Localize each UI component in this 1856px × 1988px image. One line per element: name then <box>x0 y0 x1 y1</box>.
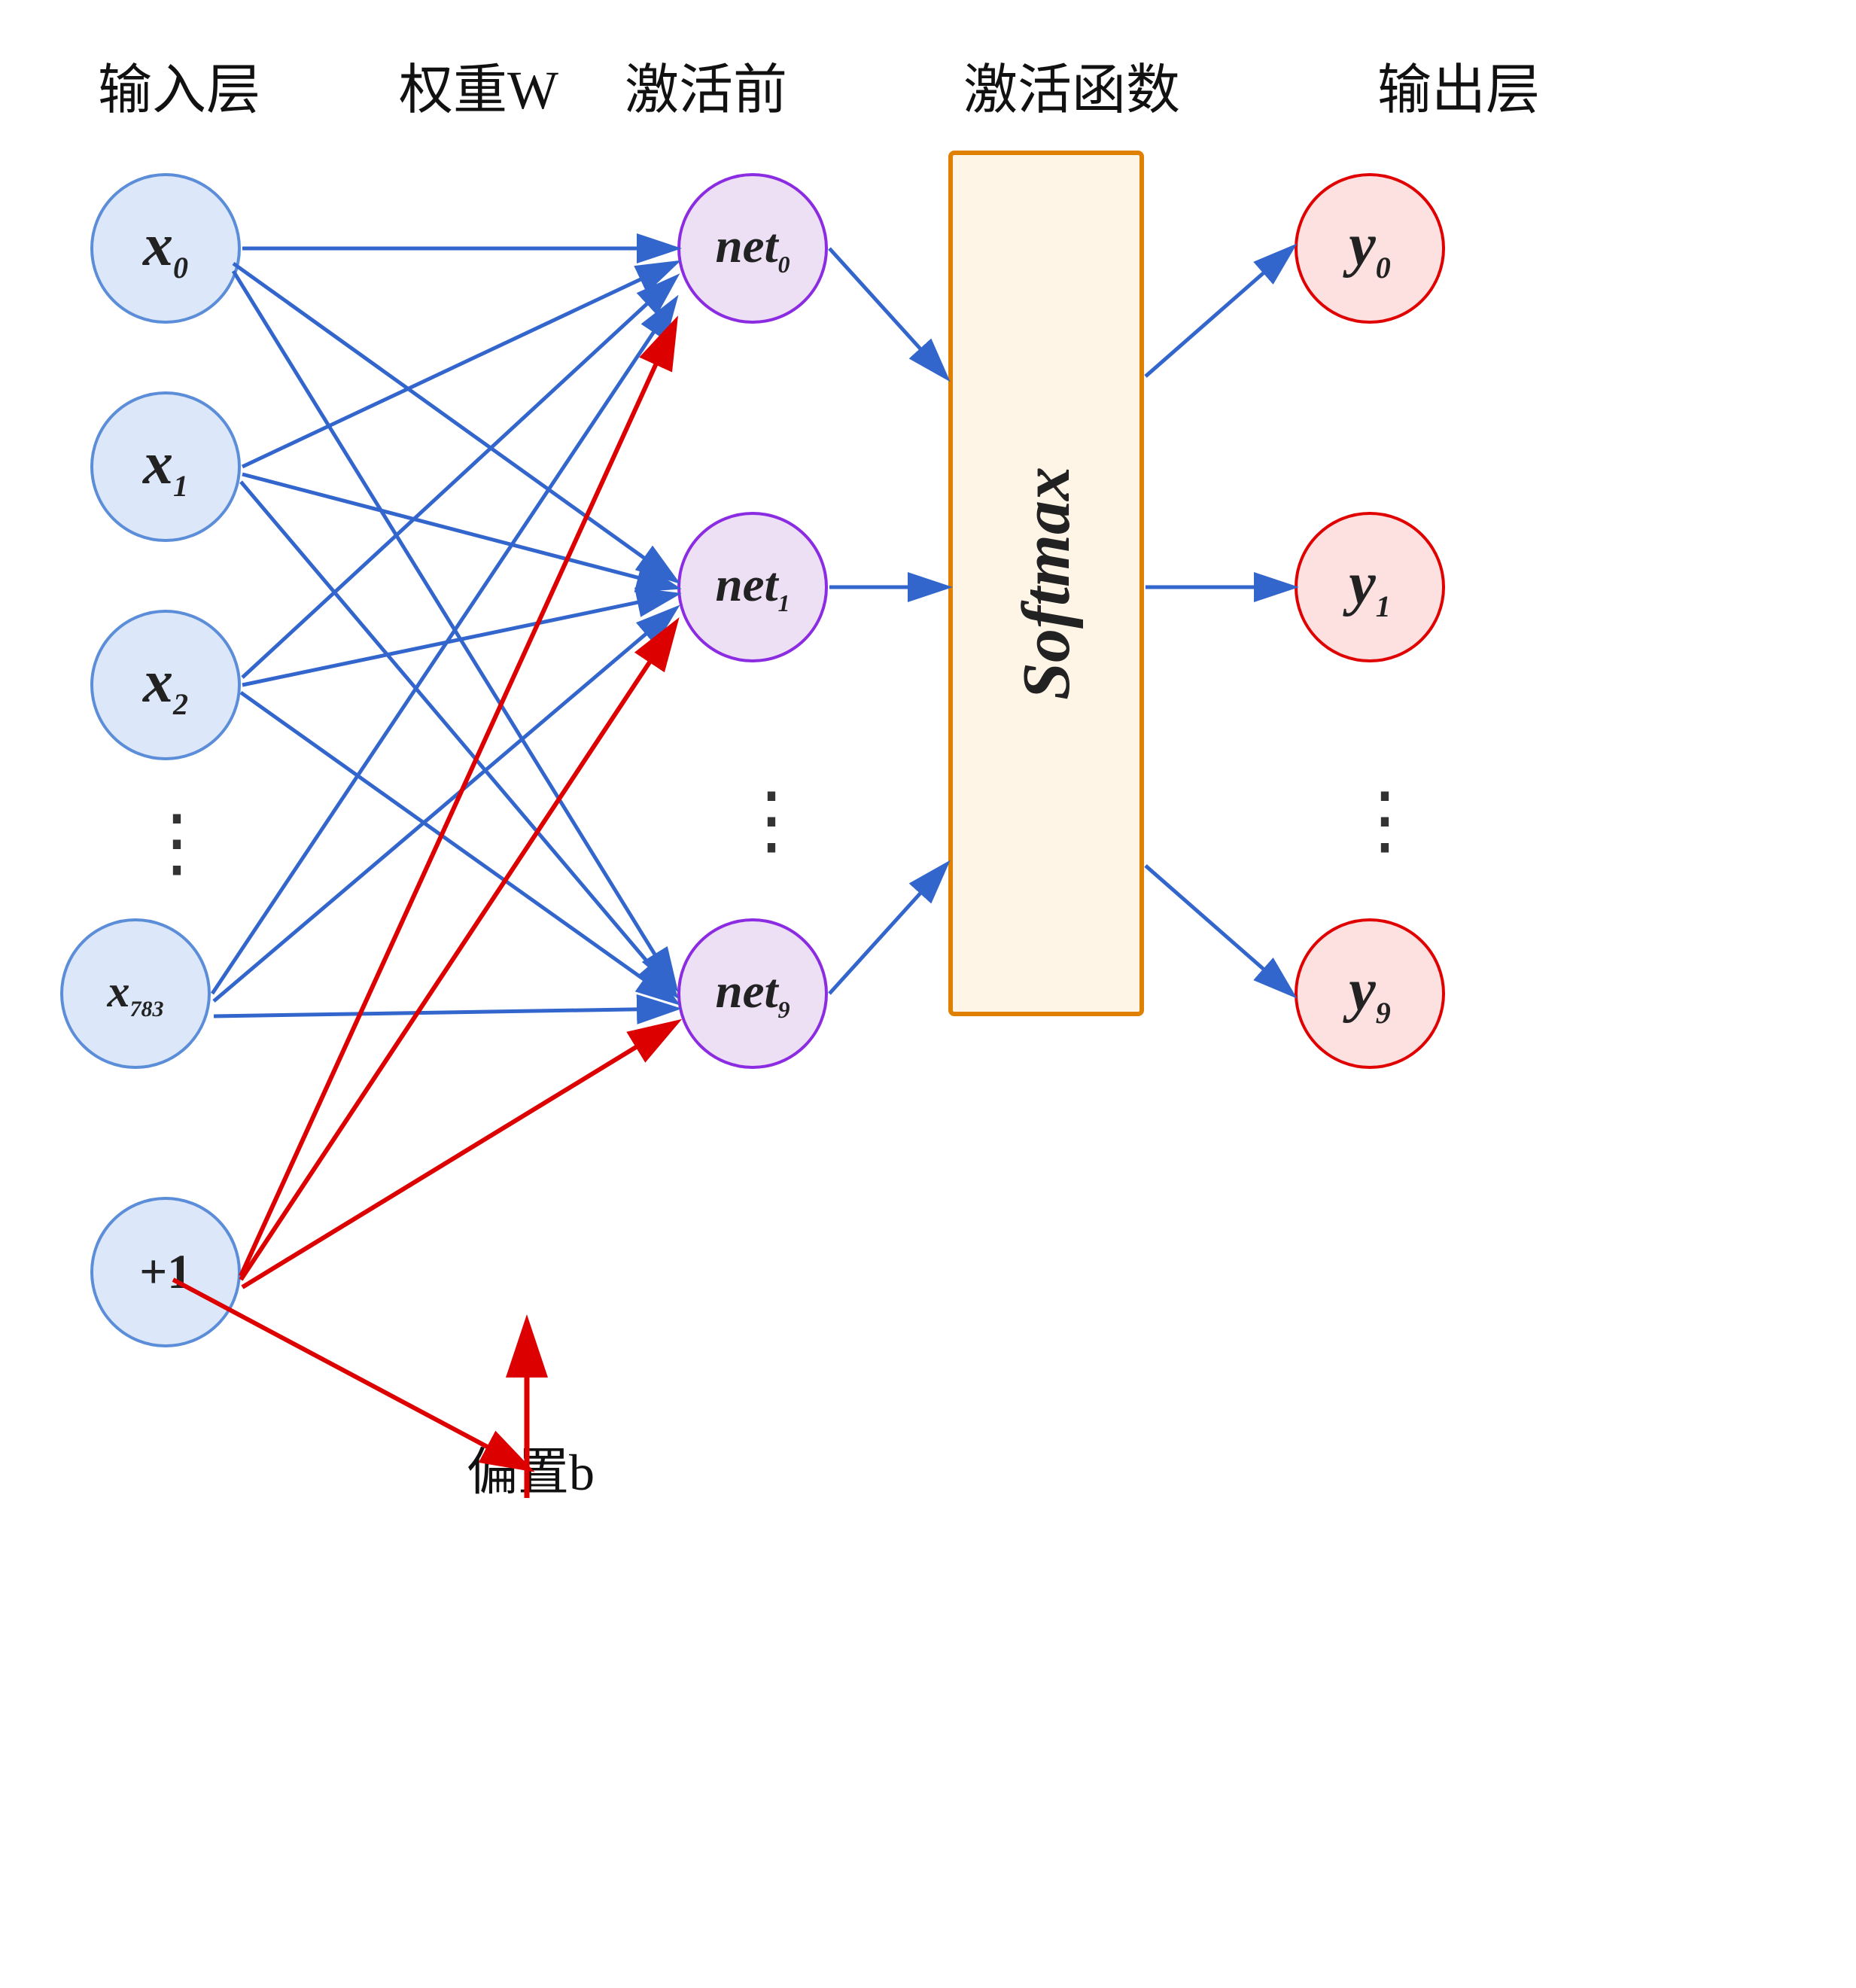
hidden-node-net1: net1 <box>677 512 828 662</box>
hidden-node-net0: net0 <box>677 173 828 324</box>
bias-label: 偏置b <box>467 1430 595 1505</box>
output-node-y9: y9 <box>1295 918 1445 1069</box>
output-node-y1: y1 <box>1295 512 1445 662</box>
softmax-box: Softmax <box>948 151 1144 1016</box>
softmax-label: Softmax <box>1008 467 1085 700</box>
input-dots: ⋮ <box>139 798 215 886</box>
input-node-x0: x0 <box>90 173 241 324</box>
arrows-svg <box>0 0 1856 1988</box>
header-activation-fn: 激活函数 <box>963 45 1180 124</box>
input-node-bias: +1 <box>90 1197 241 1347</box>
output-dots: ⋮ <box>1347 775 1422 863</box>
header-pre-activation: 激活前 <box>625 45 787 124</box>
input-node-x2: x2 <box>90 610 241 760</box>
output-node-y0: y0 <box>1295 173 1445 324</box>
neural-network-diagram: 输入层 权重W 激活前 激活函数 输出层 x0 x1 x2 ⋮ x783 +1 … <box>0 0 1856 1988</box>
hidden-node-net9: net9 <box>677 918 828 1069</box>
header-output-layer: 输出层 <box>1377 45 1540 124</box>
input-node-x783: x783 <box>60 918 211 1069</box>
input-node-x1: x1 <box>90 391 241 542</box>
header-weight-w: 权重W <box>399 45 558 124</box>
hidden-dots: ⋮ <box>734 775 809 863</box>
header-input-layer: 输入层 <box>98 45 260 124</box>
